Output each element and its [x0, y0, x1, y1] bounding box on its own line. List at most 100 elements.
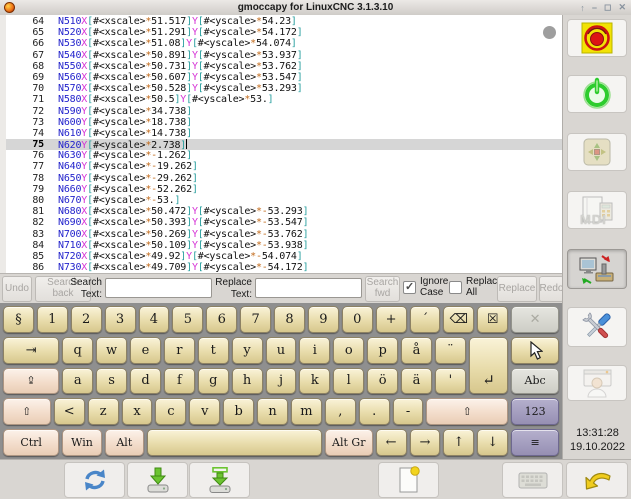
gcode-line[interactable]: 68N550X[#<xscale>*50.731]Y[#<yscale>*53.… — [6, 61, 562, 72]
space-key[interactable] — [147, 429, 322, 456]
key-g[interactable]: g — [198, 368, 229, 395]
key-h[interactable]: h — [232, 368, 263, 395]
ctrl-key[interactable]: Ctrl — [3, 429, 59, 456]
close-keyboard-key[interactable]: ✕ — [511, 306, 559, 333]
key-f[interactable]: f — [164, 368, 195, 395]
minimize-icon[interactable]: − — [592, 3, 597, 13]
back-to-machine-button[interactable] — [567, 249, 627, 289]
search-fwd-button[interactable]: Search fwd — [365, 276, 400, 302]
key-lessthan[interactable]: < — [54, 398, 85, 425]
key-e[interactable]: e — [130, 337, 161, 364]
rollup-icon[interactable]: ↑ — [580, 3, 585, 13]
key-3[interactable]: 3 — [105, 306, 136, 333]
new-file-button[interactable] — [378, 462, 439, 498]
key-period[interactable]: . — [359, 398, 390, 425]
key-comma[interactable]: , — [325, 398, 356, 425]
gcode-line[interactable]: 72N590Y[#<yscale>*34.738] — [6, 106, 562, 117]
left-shift-key[interactable]: ⇧ — [3, 398, 51, 425]
key-k[interactable]: k — [299, 368, 330, 395]
gcode-line[interactable]: 74N610Y[#<yscale>*14.738] — [6, 128, 562, 139]
gcode-line[interactable]: 80N670Y[#<yscale>*-53.] — [6, 195, 562, 206]
key-o[interactable]: o — [333, 337, 364, 364]
keyboard-toggle-button[interactable] — [502, 462, 563, 498]
key-a[interactable]: a — [62, 368, 93, 395]
gcode-line[interactable]: 75N620Y[#<yscale>*2.738] — [6, 139, 562, 150]
menu-layer-key[interactable]: ≡ — [511, 429, 559, 456]
gcode-line[interactable]: 71N580X[#<xscale>*50.5]Y[#<yscale>*53.] — [6, 94, 562, 105]
key-x[interactable]: x — [122, 398, 153, 425]
key-q[interactable]: q — [62, 337, 93, 364]
ignore-case-checkbox[interactable] — [403, 281, 416, 294]
backspace-key[interactable]: ⌫ — [443, 306, 474, 333]
gcode-line[interactable]: 70N570X[#<xscale>*50.528]Y[#<yscale>*53.… — [6, 83, 562, 94]
key-plus[interactable]: + — [376, 306, 407, 333]
capslock-key[interactable]: ⇪ — [3, 368, 59, 395]
key-b[interactable]: b — [223, 398, 254, 425]
key-v[interactable]: v — [189, 398, 220, 425]
replace-button[interactable]: Replace — [497, 276, 537, 302]
save-file-button[interactable] — [127, 462, 188, 498]
key-d[interactable]: d — [130, 368, 161, 395]
user-button[interactable] — [567, 365, 627, 401]
back-button[interactable] — [566, 462, 628, 498]
replace-input[interactable] — [255, 278, 362, 298]
key-s[interactable]: s — [96, 368, 127, 395]
maximize-icon[interactable]: ◻ — [604, 2, 611, 13]
gcode-line[interactable]: 65N520X[#<xscale>*51.291]Y[#<yscale>*54.… — [6, 27, 562, 38]
gcode-line[interactable]: 66N530X[#<xscale>*51.08]Y[#<yscale>*54.0… — [6, 38, 562, 49]
key-5[interactable]: 5 — [172, 306, 203, 333]
estop-button[interactable] — [567, 19, 627, 57]
close-icon[interactable]: ✕ — [618, 2, 626, 13]
key-0[interactable]: 0 — [342, 306, 373, 333]
undo-button[interactable]: Undo — [2, 276, 32, 302]
key-1[interactable]: 1 — [37, 306, 68, 333]
arrow-left-key[interactable]: ← — [376, 429, 407, 456]
key-acute[interactable]: ´ — [410, 306, 441, 333]
key-t[interactable]: t — [198, 337, 229, 364]
key-u[interactable]: u — [266, 337, 297, 364]
scrollbar-thumb[interactable] — [543, 26, 556, 39]
gcode-line[interactable]: 78N650Y[#<yscale>*-29.262] — [6, 173, 562, 184]
settings-button[interactable] — [567, 307, 627, 347]
jog-pad-button[interactable] — [567, 133, 627, 171]
key-8[interactable]: 8 — [274, 306, 305, 333]
redo-button[interactable]: Redo — [539, 276, 564, 302]
arrow-right-key[interactable]: → — [410, 429, 441, 456]
key-p[interactable]: p — [367, 337, 398, 364]
key-y[interactable]: y — [232, 337, 263, 364]
key-umlaut[interactable]: ¨ — [435, 337, 466, 364]
arrow-down-key[interactable]: ↓ — [477, 429, 508, 456]
key-w[interactable]: w — [96, 337, 127, 364]
gcode-editor[interactable]: 64N510X[#<xscale>*51.517]Y[#<yscale>*54.… — [0, 15, 562, 273]
enter-key[interactable]: ↵ — [469, 337, 508, 395]
key-r[interactable]: r — [164, 337, 195, 364]
gcode-line[interactable]: 81N680X[#<xscale>*50.472]Y[#<yscale>*-53… — [6, 206, 562, 217]
gcode-line[interactable]: 64N510X[#<xscale>*51.517]Y[#<yscale>*54.… — [6, 16, 562, 27]
key-section[interactable]: § — [3, 306, 34, 333]
delete-key[interactable]: ☒ — [477, 306, 508, 333]
key-minus[interactable]: - — [393, 398, 424, 425]
key-9[interactable]: 9 — [308, 306, 339, 333]
win-key[interactable]: Win — [62, 429, 101, 456]
gcode-line[interactable]: 69N560X[#<xscale>*50.607]Y[#<yscale>*53.… — [6, 72, 562, 83]
key-l[interactable]: l — [333, 368, 364, 395]
key-odiaeresis[interactable]: ö — [367, 368, 398, 395]
key-z[interactable]: z — [88, 398, 119, 425]
gcode-line[interactable]: 84N710X[#<xscale>*50.109]Y[#<yscale>*-53… — [6, 240, 562, 251]
arrow-up-key[interactable]: ↑ — [443, 429, 474, 456]
gcode-line[interactable]: 73N600Y[#<yscale>*18.738] — [6, 117, 562, 128]
gcode-line[interactable]: 77N640Y[#<yscale>*-19.262] — [6, 161, 562, 172]
key-m[interactable]: m — [291, 398, 322, 425]
reload-file-button[interactable] — [64, 462, 125, 498]
tab-key[interactable]: ⇥ — [3, 337, 59, 364]
abc-layer-key[interactable]: Abc — [511, 368, 559, 395]
key-7[interactable]: 7 — [240, 306, 271, 333]
key-apostrophe[interactable]: ' — [435, 368, 466, 395]
mdi-button[interactable]: MDI — [567, 191, 627, 229]
altgr-key[interactable]: Alt Gr — [325, 429, 373, 456]
gcode-line[interactable]: 76N630Y[#<yscale>*-1.262] — [6, 150, 562, 161]
key-n[interactable]: n — [257, 398, 288, 425]
key-2[interactable]: 2 — [71, 306, 102, 333]
gcode-line[interactable]: 85N720X[#<xscale>*49.92]Y[#<yscale>*-54.… — [6, 251, 562, 262]
key-j[interactable]: j — [266, 368, 297, 395]
